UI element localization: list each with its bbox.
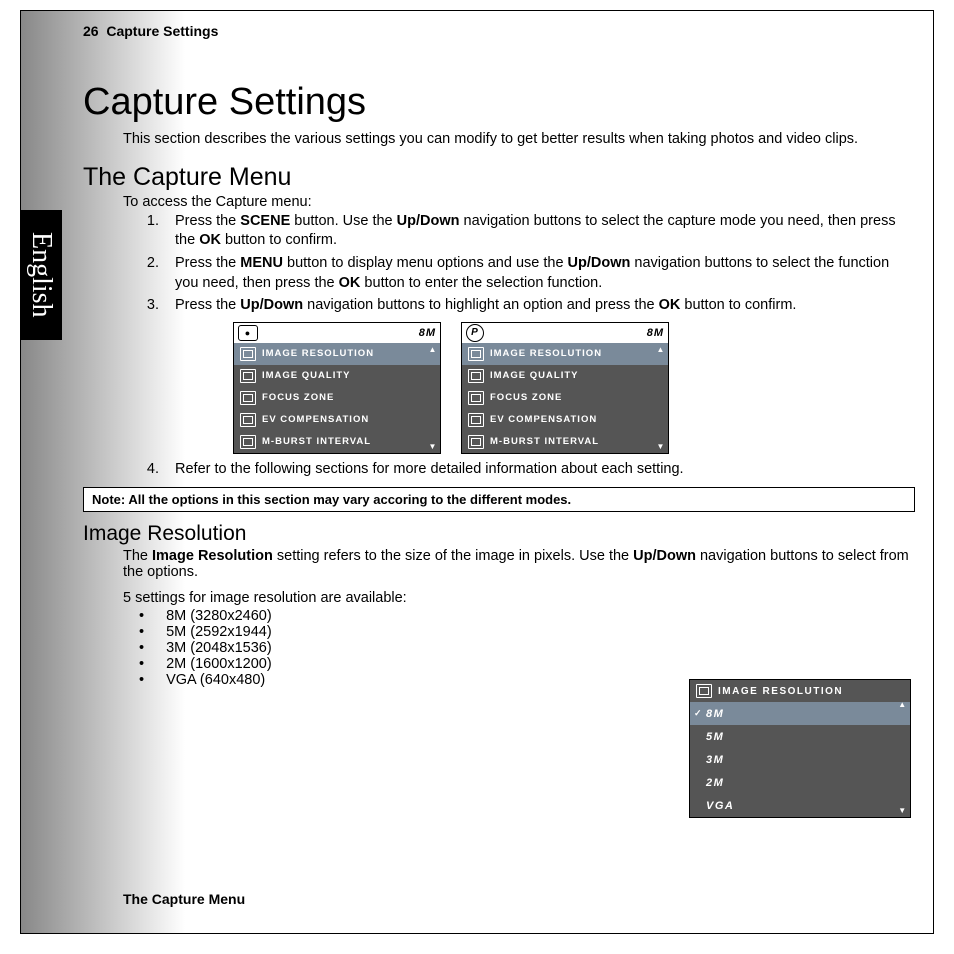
- section-image-resolution: Image Resolution: [83, 522, 915, 546]
- menu-item-image-quality: IMAGE QUALITY: [462, 365, 668, 387]
- panel-header: ● 8M: [234, 323, 440, 343]
- step-3: Press the Up/Down navigation buttons to …: [163, 296, 915, 316]
- menu-panel-camera: ● 8M IMAGE RESOLUTION IMAGE QUALITY FOCU…: [233, 322, 441, 454]
- resolution-option-8m: 8M: [690, 702, 910, 725]
- steps-list: Press the SCENE button. Use the Up/Down …: [123, 212, 915, 316]
- menu-item-focus-zone: FOCUS ZONE: [234, 387, 440, 409]
- up-arrow-icon: ▲: [898, 700, 907, 709]
- access-line: To access the Capture menu:: [123, 194, 915, 210]
- ev-icon: [240, 413, 256, 427]
- menu-item-ev-compensation: EV COMPENSATION: [234, 409, 440, 431]
- submenu-title: IMAGE RESOLUTION: [690, 680, 910, 702]
- step-4: Refer to the following sections for more…: [163, 460, 915, 480]
- p-mode-icon: P: [466, 324, 484, 342]
- list-item: 3M (2048x1536): [139, 640, 915, 656]
- down-arrow-icon: ▼: [898, 806, 907, 815]
- focus-icon: [240, 391, 256, 405]
- grid-icon: [468, 347, 484, 361]
- down-arrow-icon: ▼: [657, 442, 666, 451]
- resolution-option-vga: VGA: [690, 794, 910, 817]
- quality-icon: [240, 369, 256, 383]
- footer-section-label: The Capture Menu: [123, 891, 245, 907]
- scroll-arrows: ▲▼: [656, 343, 666, 453]
- resolution-badge: 8M: [419, 327, 436, 339]
- header-section: Capture Settings: [106, 23, 218, 39]
- page-number: 26: [83, 23, 99, 39]
- resolution-option-2m: 2M: [690, 771, 910, 794]
- page-frame: 26 Capture Settings Capture Settings Thi…: [20, 10, 934, 934]
- list-item: 2M (1600x1200): [139, 656, 915, 672]
- running-header: 26 Capture Settings: [83, 23, 218, 39]
- note-box: Note: All the options in this section ma…: [83, 487, 915, 512]
- menu-item-mburst-interval: M-BURST INTERVAL: [234, 431, 440, 453]
- ev-icon: [468, 413, 484, 427]
- menu-item-image-resolution: IMAGE RESOLUTION: [462, 343, 668, 365]
- resolution-option-5m: 5M: [690, 725, 910, 748]
- grid-icon: [696, 684, 712, 698]
- list-item: 8M (3280x2460): [139, 608, 915, 624]
- page-title: Capture Settings: [83, 81, 915, 124]
- menu-item-focus-zone: FOCUS ZONE: [462, 387, 668, 409]
- resolution-submenu-panel: IMAGE RESOLUTION 8M 5M 3M 2M VGA ▲▼: [689, 679, 911, 818]
- panel-header: P 8M: [462, 323, 668, 343]
- focus-icon: [468, 391, 484, 405]
- down-arrow-icon: ▼: [429, 442, 438, 451]
- resolution-options-list: 8M (3280x2460) 5M (2592x1944) 3M (2048x1…: [139, 608, 915, 688]
- menu-screenshots: ● 8M IMAGE RESOLUTION IMAGE QUALITY FOCU…: [233, 322, 915, 454]
- section-capture-menu: The Capture Menu: [83, 163, 915, 192]
- menu-item-ev-compensation: EV COMPENSATION: [462, 409, 668, 431]
- up-arrow-icon: ▲: [657, 345, 666, 354]
- menu-item-image-quality: IMAGE QUALITY: [234, 365, 440, 387]
- list-item: 5M (2592x1944): [139, 624, 915, 640]
- menu-item-mburst-interval: M-BURST INTERVAL: [462, 431, 668, 453]
- up-arrow-icon: ▲: [429, 345, 438, 354]
- image-resolution-count: 5 settings for image resolution are avai…: [123, 590, 915, 606]
- burst-icon: [240, 435, 256, 449]
- image-resolution-para: The Image Resolution setting refers to t…: [123, 548, 915, 580]
- intro-text: This section describes the various setti…: [123, 130, 915, 149]
- grid-icon: [240, 347, 256, 361]
- menu-item-image-resolution: IMAGE RESOLUTION: [234, 343, 440, 365]
- quality-icon: [468, 369, 484, 383]
- step-1: Press the SCENE button. Use the Up/Down …: [163, 212, 915, 251]
- scroll-arrows: ▲▼: [428, 343, 438, 453]
- burst-icon: [468, 435, 484, 449]
- content-area: Capture Settings This section describes …: [83, 61, 915, 688]
- scroll-arrows: ▲▼: [898, 698, 908, 817]
- resolution-badge: 8M: [647, 327, 664, 339]
- resolution-option-3m: 3M: [690, 748, 910, 771]
- steps-list-cont: Refer to the following sections for more…: [123, 460, 915, 480]
- menu-panel-p-mode: P 8M IMAGE RESOLUTION IMAGE QUALITY FOCU…: [461, 322, 669, 454]
- step-2: Press the MENU button to display menu op…: [163, 254, 915, 293]
- camera-icon: ●: [238, 325, 258, 341]
- language-tab: English: [20, 210, 62, 340]
